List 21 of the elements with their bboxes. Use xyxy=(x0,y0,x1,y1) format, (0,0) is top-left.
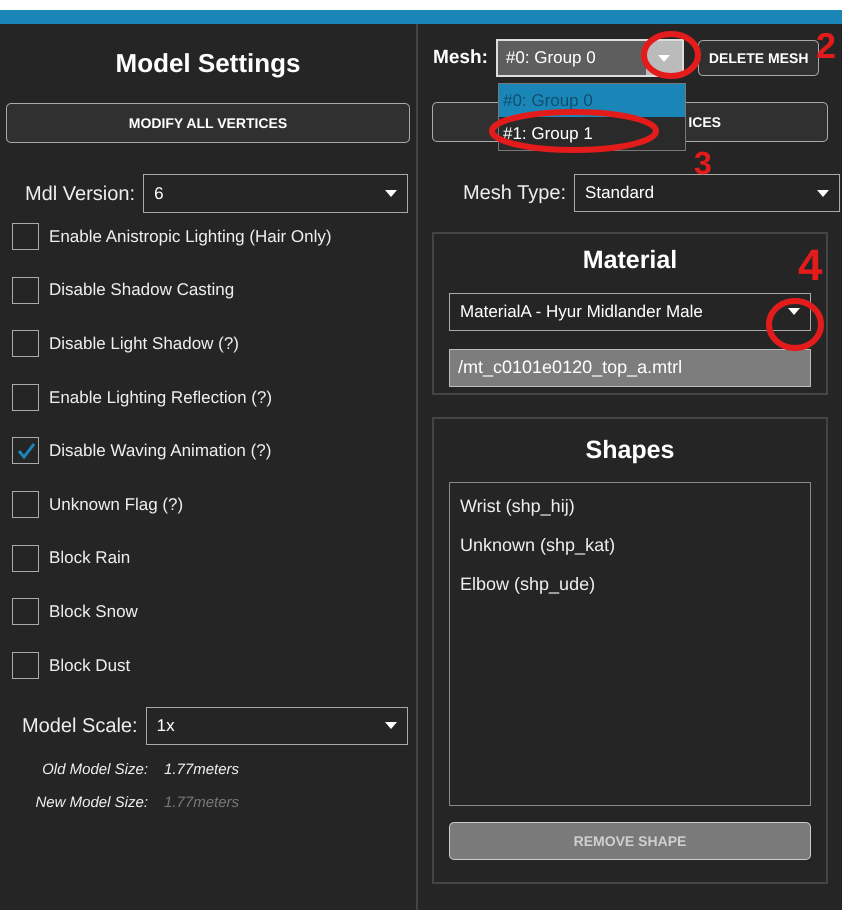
checkbox-label: Block Dust xyxy=(49,654,130,676)
checkbox-label: Block Snow xyxy=(49,600,138,623)
panel-title: Shapes xyxy=(584,434,676,466)
field-label: Mdl Version: xyxy=(25,182,136,206)
checkbox-label: Unknown Flag (?) xyxy=(49,494,184,516)
checkbox-label: Enable Anistropic Lighting (Hair Only) xyxy=(49,226,332,248)
annotation-number: 4 xyxy=(798,244,822,288)
size-value: 1.77meters xyxy=(164,793,240,814)
size-label: New Model Size: xyxy=(34,793,148,814)
checkbox-label: Disable Shadow Casting xyxy=(49,279,234,302)
size-label: Old Model Size: xyxy=(41,760,148,780)
size-value: 1.77meters xyxy=(164,760,240,780)
checkbox-label: Disable Waving Animation (?) xyxy=(49,440,272,462)
panel-title: Model Settings xyxy=(114,47,302,80)
field-label: Mesh: xyxy=(433,46,488,70)
field-label: Mesh Type: xyxy=(463,181,566,206)
checkbox-label: Disable Light Shadow (?) xyxy=(49,332,239,355)
field-label: Model Scale: xyxy=(22,714,138,739)
checkbox-label: Block Rain xyxy=(49,547,130,570)
checkbox-label: Enable Lighting Reflection (?) xyxy=(49,386,272,409)
panel-title: Material xyxy=(582,245,678,276)
